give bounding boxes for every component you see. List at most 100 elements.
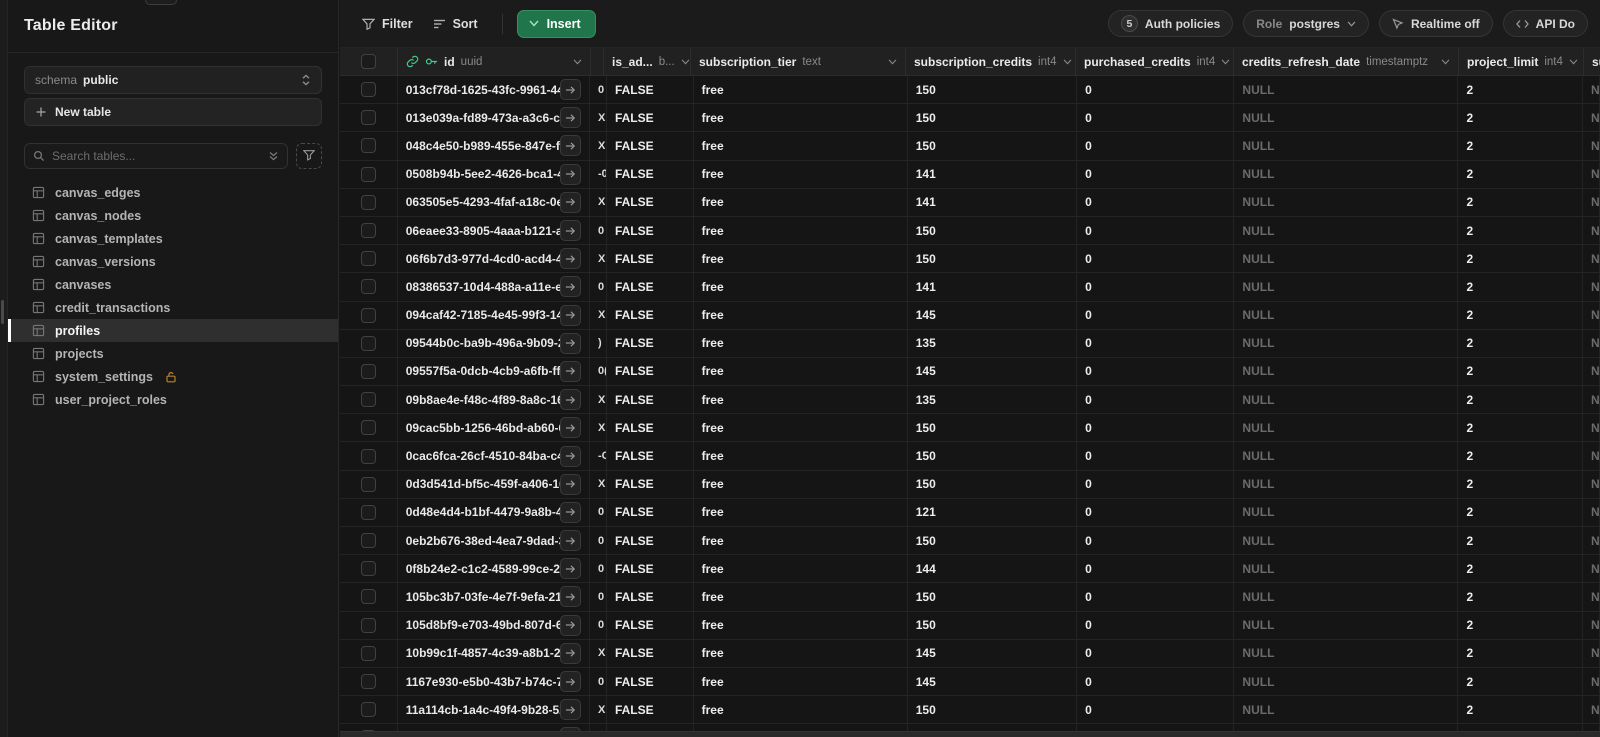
column-header-subscription-tier[interactable]: subscription_tier text [691, 48, 906, 75]
expand-row-button[interactable] [559, 530, 581, 552]
table-row[interactable]: 013e039a-fd89-473a-a3c6-ccfa9... X FALSE… [340, 104, 1600, 133]
table-row[interactable]: 08386537-10d4-488a-a11e-eb5a6... 0 FALSE… [340, 273, 1600, 302]
expand-row-button[interactable] [559, 445, 581, 467]
table-row[interactable]: 094caf42-7185-4e45-99f3-14abee... X FALS… [340, 301, 1600, 330]
chevron-down-icon[interactable] [681, 58, 690, 65]
table-row[interactable]: 09557f5a-0dcb-4cb9-a6fb-fff366... 0( FAL… [340, 357, 1600, 387]
chevron-down-icon[interactable] [1063, 58, 1072, 65]
expand-row-button[interactable] [559, 248, 581, 270]
table-row[interactable]: 0508b94b-5ee2-4626-bca1-4bca... -0 FALSE… [340, 160, 1600, 189]
expand-row-button[interactable] [559, 389, 581, 411]
chevrons-double-down-icon[interactable] [268, 150, 279, 162]
row-checkbox[interactable] [360, 251, 376, 267]
expand-row-button[interactable] [559, 220, 581, 242]
table-row[interactable]: 0cac6fca-26cf-4510-84ba-c4580... -C FALS… [340, 442, 1600, 471]
expand-row-button[interactable] [559, 332, 581, 354]
row-checkbox[interactable] [360, 335, 376, 351]
row-checkbox[interactable] [360, 279, 376, 295]
insert-button[interactable]: Insert [516, 9, 596, 38]
expand-row-button[interactable] [559, 360, 581, 382]
row-checkbox[interactable] [360, 194, 376, 210]
column-header-credits-refresh-date[interactable]: credits_refresh_date timestamptz [1234, 48, 1459, 75]
sidebar-table-item[interactable]: projects [8, 342, 338, 365]
new-table-button[interactable]: New table [24, 98, 322, 126]
chevron-down-icon[interactable] [573, 58, 582, 65]
expand-row-button[interactable] [559, 135, 581, 157]
expand-row-button[interactable] [559, 276, 581, 298]
table-row[interactable]: 0d48e4d4-b1bf-4479-9a8b-4a4b... 0 FALSE … [340, 498, 1600, 527]
expand-row-button[interactable] [559, 699, 581, 721]
expand-row-button[interactable] [559, 163, 581, 185]
chevron-down-icon[interactable] [1441, 58, 1450, 65]
column-header-subscription-credits[interactable]: subscription_credits int4 [906, 48, 1076, 75]
sidebar-table-item[interactable]: system_settings [8, 365, 338, 388]
row-checkbox[interactable] [360, 448, 376, 464]
expand-row-button[interactable] [559, 586, 581, 608]
table-row[interactable]: 09544b0c-ba9b-496a-9b09-244... ) FALSE f… [340, 329, 1600, 358]
expand-row-button[interactable] [559, 558, 581, 580]
expand-row-button[interactable] [559, 191, 581, 213]
horizontal-scrollbar-track[interactable] [340, 731, 1600, 737]
select-all-checkbox[interactable] [361, 54, 376, 69]
role-selector-button[interactable]: Role postgres [1243, 10, 1369, 37]
column-header-clipped-right[interactable]: su [1584, 48, 1600, 75]
expand-row-button[interactable] [559, 107, 581, 129]
sidebar-filter-button[interactable] [296, 143, 322, 169]
search-tables-input[interactable] [52, 149, 261, 163]
table-row[interactable]: 10b99c1f-4857-4c39-a8b1-263b8... X FALSE… [340, 639, 1600, 668]
table-row[interactable]: 105d8bf9-e703-49bd-807d-645e... 0 FALSE … [340, 611, 1600, 640]
rail-scrollbar-thumb[interactable] [1, 300, 4, 324]
column-header-is-admin[interactable]: is_ad... b... [604, 48, 691, 75]
column-header-purchased-credits[interactable]: purchased_credits int4 [1076, 48, 1234, 75]
row-checkbox[interactable] [360, 476, 376, 492]
sidebar-table-item[interactable]: credit_transactions [8, 296, 338, 319]
row-checkbox[interactable] [360, 307, 376, 323]
row-checkbox[interactable] [360, 82, 376, 98]
sidebar-table-item[interactable]: profiles [8, 319, 338, 342]
row-checkbox[interactable] [360, 223, 376, 239]
table-row[interactable]: 0f8b24e2-c1c2-4589-99ce-2c52d... 0 FALSE… [340, 555, 1600, 584]
row-checkbox[interactable] [360, 702, 376, 718]
table-row[interactable]: 1167e930-e5b0-43b7-b74c-788c9... 0 FALSE… [340, 667, 1600, 697]
expand-row-button[interactable] [559, 642, 581, 664]
auth-policies-button[interactable]: 5 Auth policies [1107, 10, 1234, 37]
sidebar-table-item[interactable]: canvases [8, 273, 338, 296]
chevron-down-icon[interactable] [888, 58, 897, 65]
row-checkbox[interactable] [360, 504, 376, 520]
sidebar-table-item[interactable]: canvas_versions [8, 250, 338, 273]
table-row[interactable]: 06f6b7d3-977d-4cd0-acd4-4a78... X FALSE … [340, 245, 1600, 274]
realtime-toggle-button[interactable]: Realtime off [1378, 10, 1493, 37]
row-checkbox[interactable] [360, 363, 376, 379]
sidebar-table-item[interactable]: canvas_templates [8, 227, 338, 250]
row-checkbox[interactable] [360, 392, 376, 408]
table-row[interactable]: 11a114cb-1a4c-49f4-9b28-52219ec... X FAL… [340, 696, 1600, 725]
row-checkbox[interactable] [360, 645, 376, 661]
column-header-clipped[interactable] [591, 48, 604, 75]
row-checkbox[interactable] [360, 110, 376, 126]
expand-row-button[interactable] [559, 417, 581, 439]
row-checkbox[interactable] [360, 138, 376, 154]
row-checkbox[interactable] [360, 533, 376, 549]
sidebar-table-item[interactable]: canvas_edges [8, 181, 338, 204]
column-header-id[interactable]: id uuid [398, 48, 591, 75]
table-row[interactable]: 063505e5-4293-4faf-a18c-0e65b... X FALSE… [340, 188, 1600, 217]
table-row[interactable]: 09b8ae4e-f48c-4f89-8a8c-1629b... X FALSE… [340, 386, 1600, 415]
expand-row-button[interactable] [559, 671, 581, 693]
row-checkbox[interactable] [360, 589, 376, 605]
row-checkbox[interactable] [360, 674, 376, 690]
table-row[interactable]: 105bc3b7-03fe-4e7f-9efa-21bb40... 0 FALS… [340, 583, 1600, 612]
expand-row-button[interactable] [559, 79, 581, 101]
sort-button[interactable]: Sort [423, 11, 488, 37]
row-checkbox[interactable] [360, 166, 376, 182]
filter-button[interactable]: Filter [352, 11, 423, 37]
table-row[interactable]: 013cf78d-1625-43fc-9961-442189... 0 FALS… [340, 76, 1600, 105]
table-row[interactable]: 09cac5bb-1256-46bd-ab60-64ed... X FALSE … [340, 414, 1600, 443]
expand-row-button[interactable] [559, 614, 581, 636]
expand-row-button[interactable] [559, 304, 581, 326]
row-checkbox[interactable] [360, 420, 376, 436]
expand-row-button[interactable] [559, 501, 581, 523]
table-row[interactable]: 06eaee33-8905-4aaa-b121-ab552... 0 FALSE… [340, 216, 1600, 246]
sidebar-table-item[interactable]: user_project_roles [8, 388, 338, 411]
row-checkbox[interactable] [360, 561, 376, 577]
column-header-project-limit[interactable]: project_limit int4 [1459, 48, 1584, 75]
